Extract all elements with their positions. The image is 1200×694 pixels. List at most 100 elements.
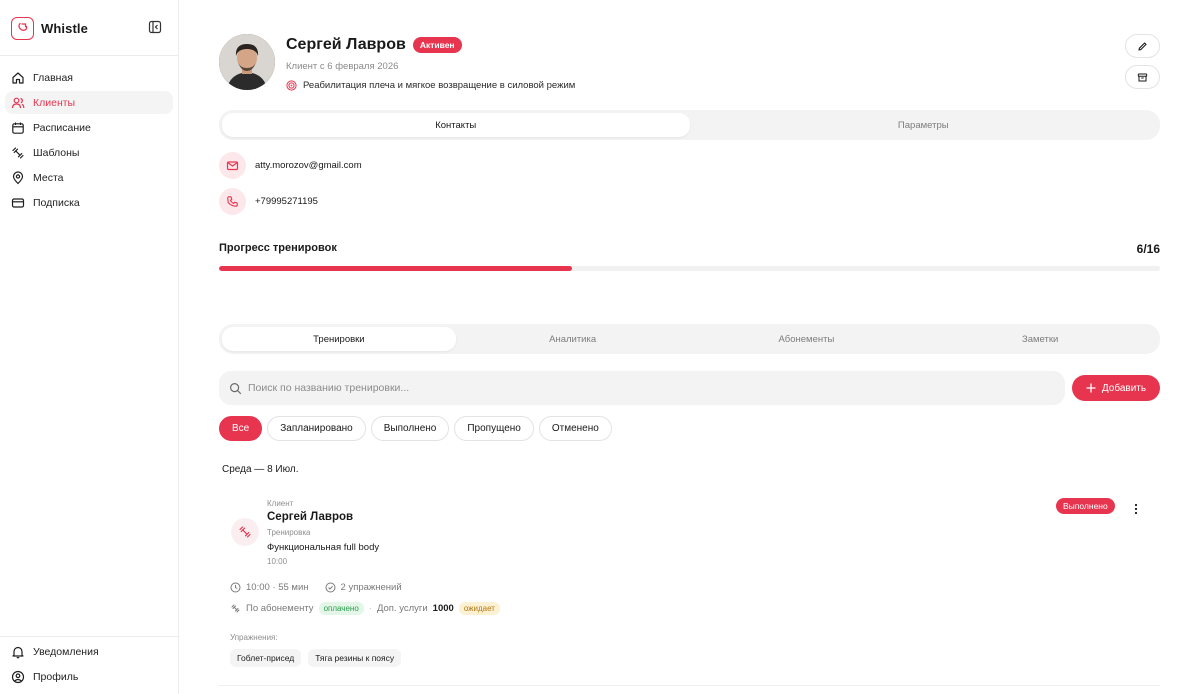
payment-status-pill: оплачено bbox=[318, 602, 364, 615]
ticket-icon bbox=[230, 603, 241, 614]
client-goal-text: Реабилитация плеча и мягкое возвращение … bbox=[303, 80, 576, 91]
edit-button[interactable] bbox=[1125, 34, 1160, 58]
tab-notes[interactable]: Заметки bbox=[923, 327, 1157, 351]
main-content: Сергей Лавров Активен Клиент с 6 февраля… bbox=[179, 0, 1200, 694]
calendar-icon bbox=[11, 121, 25, 135]
archive-button[interactable] bbox=[1125, 65, 1160, 89]
filter-planned[interactable]: Запланировано bbox=[267, 416, 366, 441]
client-header: Сергей Лавров Активен bbox=[286, 36, 462, 54]
avatar bbox=[219, 34, 275, 90]
sidebar-item-label: Уведомления bbox=[33, 645, 99, 658]
sidebar-item-subscription[interactable]: Подписка bbox=[5, 191, 173, 214]
sidebar-item-label: Профиль bbox=[33, 670, 79, 683]
progress-bar bbox=[219, 266, 1160, 271]
sidebar-item-label: Расписание bbox=[33, 121, 91, 134]
pencil-icon bbox=[1137, 41, 1148, 52]
day-label: Среда — 8 Июл. bbox=[222, 464, 299, 475]
sidebar-item-label: Места bbox=[33, 171, 64, 184]
app-name: Whistle bbox=[41, 20, 88, 36]
mail-icon bbox=[219, 152, 246, 179]
payment-label: По абонементу bbox=[246, 603, 314, 614]
check-circle-icon bbox=[325, 582, 336, 593]
client-goal: Реабилитация плеча и мягкое возвращение … bbox=[286, 80, 575, 91]
extra-services-label: Доп. услуги bbox=[376, 603, 428, 614]
contact-email: atty.morozov@gmail.com bbox=[219, 152, 362, 179]
search-bar bbox=[219, 371, 1065, 405]
tab-contacts[interactable]: Контакты bbox=[222, 113, 690, 137]
filter-missed[interactable]: Пропущено bbox=[454, 416, 534, 441]
add-workout-button[interactable]: Добавить bbox=[1072, 375, 1160, 401]
exercise-tags: Гоблет-присед Тяга резины к поясу bbox=[230, 649, 402, 667]
plus-icon bbox=[1086, 383, 1096, 393]
collapse-sidebar-icon[interactable] bbox=[148, 20, 164, 36]
sidebar-item-label: Главная bbox=[33, 71, 73, 84]
info-tabs: Контакты Параметры bbox=[219, 110, 1160, 140]
sidebar-item-notifications[interactable]: Уведомления bbox=[5, 640, 173, 663]
client-since: Клиент с 6 февраля 2026 bbox=[286, 61, 399, 72]
sidebar-item-profile[interactable]: Профиль bbox=[5, 665, 173, 688]
sidebar-item-clients[interactable]: Клиенты bbox=[5, 91, 173, 114]
brand[interactable]: Whistle bbox=[11, 16, 88, 40]
session-workout-label: Тренировка bbox=[267, 528, 311, 537]
session-meta-payment: По абонементу оплачено · Доп. услуги 100… bbox=[230, 602, 500, 615]
session-meta-time: 10:00 · 55 мин 2 упражнений bbox=[230, 582, 402, 593]
session-workout-name[interactable]: Функциональная full body bbox=[267, 542, 379, 553]
progress-bar-fill bbox=[219, 266, 572, 271]
dumbbell-icon bbox=[11, 146, 25, 160]
filter-all[interactable]: Все bbox=[219, 416, 263, 441]
card-divider bbox=[219, 685, 1160, 686]
sidebar-item-schedule[interactable]: Расписание bbox=[5, 116, 173, 139]
search-icon bbox=[229, 382, 242, 395]
section-tabs: Тренировки Аналитика Абонементы Заметки bbox=[219, 324, 1160, 354]
sidebar-item-label: Клиенты bbox=[33, 96, 76, 109]
add-button-label: Добавить bbox=[1101, 382, 1147, 394]
session-client-name[interactable]: Сергей Лавров bbox=[267, 511, 353, 523]
archive-icon bbox=[1137, 72, 1148, 83]
target-icon bbox=[286, 80, 297, 91]
session-status-badge: Выполнено bbox=[1056, 498, 1115, 514]
session-client-label: Клиент bbox=[267, 499, 294, 508]
bell-icon bbox=[11, 645, 25, 659]
whistle-logo-icon bbox=[11, 16, 34, 40]
session-exercises-count: 2 упражнений bbox=[340, 582, 402, 593]
filter-cancelled[interactable]: Отменено bbox=[538, 416, 612, 441]
tab-parameters[interactable]: Параметры bbox=[690, 113, 1158, 137]
sidebar-item-label: Шаблоны bbox=[33, 146, 80, 159]
home-icon bbox=[11, 71, 25, 85]
status-badge: Активен bbox=[412, 37, 462, 53]
sidebar-nav: Главная Клиенты Расписание Шаблоны Места… bbox=[5, 66, 173, 216]
workout-icon bbox=[231, 518, 259, 546]
sidebar-item-places[interactable]: Места bbox=[5, 166, 173, 189]
status-filters: Все Запланировано Выполнено Пропущено От… bbox=[219, 416, 612, 441]
filter-done[interactable]: Выполнено bbox=[370, 416, 450, 441]
credit-card-icon bbox=[11, 196, 25, 210]
contact-phone: +79995271195 bbox=[219, 188, 318, 215]
users-icon bbox=[11, 96, 25, 110]
clock-icon bbox=[230, 582, 241, 593]
extra-services-status-pill: ожидает bbox=[458, 602, 500, 615]
sidebar-item-label: Подписка bbox=[33, 196, 80, 209]
phone-value[interactable]: +79995271195 bbox=[255, 196, 318, 207]
sidebar-divider bbox=[0, 55, 178, 56]
sidebar-item-templates[interactable]: Шаблоны bbox=[5, 141, 173, 164]
search-input[interactable] bbox=[248, 382, 1028, 394]
extra-services-amount: 1000 bbox=[432, 603, 454, 614]
progress-title: Прогресс тренировок bbox=[219, 242, 337, 254]
location-pin-icon bbox=[11, 170, 25, 185]
exercise-tag: Тяга резины к поясу bbox=[308, 649, 402, 667]
exercise-tag: Гоблет-присед bbox=[230, 649, 302, 667]
client-name: Сергей Лавров bbox=[286, 36, 406, 53]
exercises-label: Упражнения: bbox=[230, 633, 278, 642]
session-time: 10:00 bbox=[267, 557, 288, 566]
progress-count: 6/16 bbox=[1136, 242, 1160, 256]
more-options-icon[interactable] bbox=[1129, 501, 1143, 517]
tab-memberships[interactable]: Абонементы bbox=[690, 327, 924, 351]
tab-analytics[interactable]: Аналитика bbox=[456, 327, 690, 351]
sidebar-item-home[interactable]: Главная bbox=[5, 66, 173, 89]
phone-icon bbox=[219, 188, 246, 215]
sidebar: Whistle Главная Клиенты Расписание Шабло… bbox=[0, 0, 179, 694]
tab-workouts[interactable]: Тренировки bbox=[222, 327, 456, 351]
sidebar-bottom-nav: Уведомления Профиль bbox=[5, 640, 173, 690]
sidebar-bottom-divider bbox=[0, 636, 178, 637]
email-value[interactable]: atty.morozov@gmail.com bbox=[255, 160, 362, 171]
